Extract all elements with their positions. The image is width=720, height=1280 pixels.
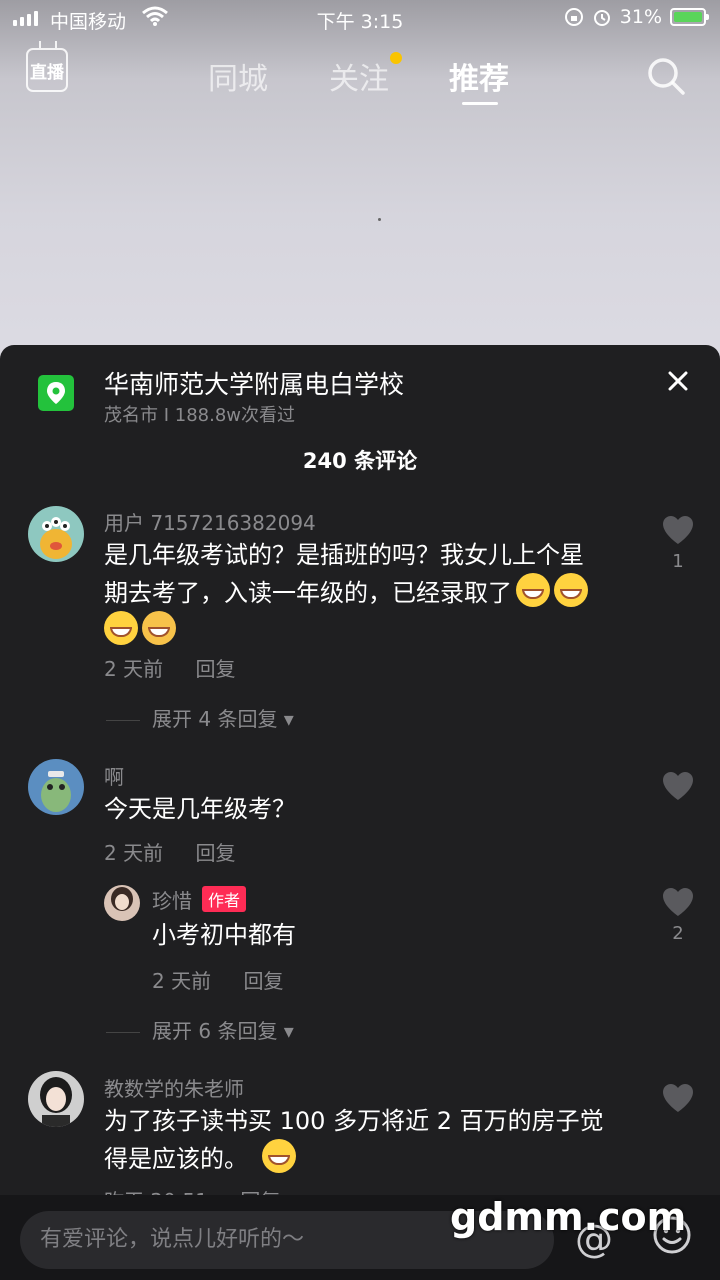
reply-username: 珍惜 作者 — [152, 885, 247, 914]
pleading-emoji-icon — [142, 611, 176, 645]
grin-emoji-icon — [104, 611, 138, 645]
comment-username[interactable]: 用户 7157216382094 — [104, 507, 316, 536]
tab-following[interactable]: 关注 — [329, 54, 389, 98]
comment-username[interactable]: 教数学的朱老师 — [104, 1073, 244, 1102]
comment-text: 今天是几年级考？ — [104, 795, 296, 823]
rofl-emoji-icon — [262, 1139, 296, 1173]
rotation-lock-icon — [564, 8, 583, 26]
close-icon[interactable] — [664, 367, 692, 395]
heart-icon — [663, 516, 693, 544]
comment-text-line: 是几年级考试的？是插班的吗？我女儿上个星 — [104, 541, 584, 569]
reply-button[interactable]: 回复 — [243, 969, 283, 993]
battery-icon — [670, 8, 709, 26]
battery-percent: 31% — [619, 6, 662, 28]
heart-icon — [663, 888, 693, 916]
alarm-icon — [593, 10, 610, 26]
tab-local[interactable]: 同城 — [208, 54, 268, 98]
comment-count: 240 条评论 — [302, 449, 418, 473]
comment-text: 为了孩子读书买 100 多万将近 2 百万的房子觉 得是应该的。 — [104, 1103, 644, 1177]
comment-text-line — [104, 611, 644, 649]
comment-text: 是几年级考试的？是插班的吗？我女儿上个星 期去考了，入读一年级的，已经录取了 — [104, 537, 644, 649]
avatar[interactable] — [28, 1071, 84, 1127]
expand-replies-button[interactable]: 展开 6 条回复 ▾ — [152, 1015, 294, 1044]
location-pin-icon — [38, 375, 74, 411]
comment-meta: 2 天前 回复 — [104, 653, 261, 682]
like-button[interactable]: 2 — [660, 887, 696, 944]
reply-text: 小考初中都有 — [152, 921, 296, 949]
reply-username-text[interactable]: 珍惜 — [152, 889, 192, 913]
notification-dot — [390, 52, 402, 64]
comment-text-part: 得是应该的。 — [104, 1145, 248, 1173]
location-subtitle: 茂名市 I 188.8w次看过 — [104, 405, 296, 426]
comment-username[interactable]: 啊 — [104, 761, 124, 790]
avatar[interactable] — [28, 506, 84, 562]
avatar[interactable] — [104, 885, 140, 921]
avatar[interactable] — [28, 759, 84, 815]
like-button[interactable] — [660, 1083, 696, 1113]
heart-icon — [663, 772, 693, 800]
comment-time: 2 天前 — [104, 657, 164, 681]
comment-text-line: 得是应该的。 — [104, 1139, 644, 1177]
comment-text-line: 为了孩子读书买 100 多万将近 2 百万的房子觉 — [104, 1107, 604, 1135]
location-title[interactable]: 华南师范大学附属电白学校 — [104, 365, 404, 401]
live-button[interactable]: 直播 — [26, 48, 68, 92]
reply-meta: 2 天前 回复 — [152, 965, 309, 994]
reply-button[interactable]: 回复 — [195, 841, 235, 865]
comment-text-part: 期去考了，入读一年级的，已经录取了 — [104, 579, 512, 607]
comment-meta: 2 天前 回复 — [104, 837, 261, 866]
comment-panel: 华南师范大学附属电白学校 茂名市 I 188.8w次看过 240 条评论 用户 … — [0, 345, 720, 1280]
top-nav: 直播 同城 关注 推荐 — [0, 40, 720, 110]
live-label: 直播 — [30, 62, 64, 83]
reply-button[interactable]: 回复 — [195, 657, 235, 681]
comment-time: 2 天前 — [104, 841, 164, 865]
like-count: 1 — [672, 551, 684, 572]
reply-time: 2 天前 — [152, 969, 212, 993]
video-speck — [378, 218, 381, 221]
grin-emoji-icon — [516, 573, 550, 607]
expand-label: 展开 4 条回复 — [152, 707, 278, 731]
tab-recommend[interactable]: 推荐 — [449, 54, 509, 98]
heart-icon — [663, 1084, 693, 1112]
like-button[interactable]: 1 — [660, 515, 696, 572]
like-button[interactable] — [660, 771, 696, 801]
watermark: gdmm.com — [450, 1195, 687, 1239]
comment-text-line: 期去考了，入读一年级的，已经录取了 — [104, 573, 644, 611]
author-badge: 作者 — [202, 886, 247, 912]
active-tab-indicator — [462, 102, 498, 105]
status-bar: 中国移动 下午 3:15 31% — [0, 0, 720, 38]
grin-emoji-icon — [554, 573, 588, 607]
search-icon[interactable] — [646, 56, 686, 96]
expand-label: 展开 6 条回复 — [152, 1019, 278, 1043]
like-count: 2 — [672, 923, 684, 944]
expand-replies-button[interactable]: 展开 4 条回复 ▾ — [152, 703, 294, 732]
